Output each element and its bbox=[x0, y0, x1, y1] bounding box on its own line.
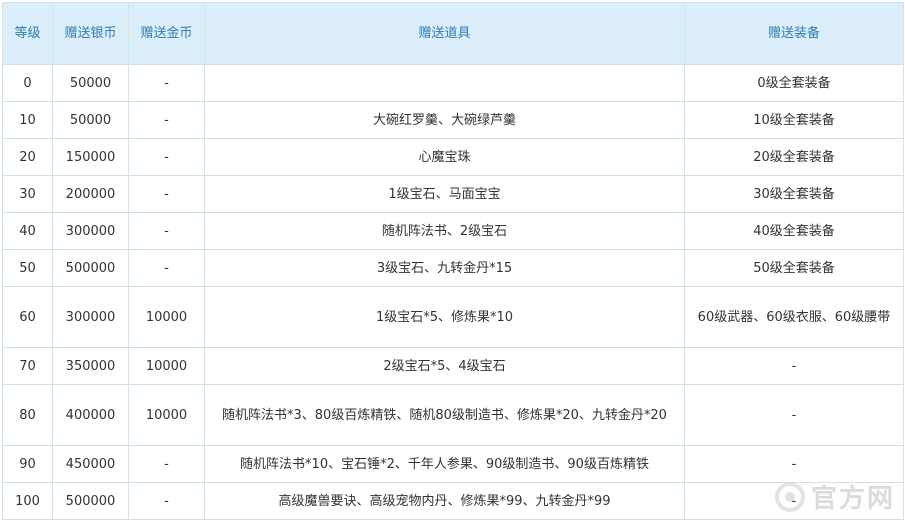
cell-silver: 200000 bbox=[52, 175, 129, 213]
cell-equipment: - bbox=[684, 445, 904, 483]
cell-items: 3级宝石、九转金丹*15 bbox=[204, 249, 685, 287]
cell-items: 随机阵法书*3、80级百炼精铁、随机80级制造书、修炼果*20、九转金丹*20 bbox=[204, 384, 685, 446]
header-items: 赠送道具 bbox=[204, 2, 685, 65]
cell-equipment: 50级全套装备 bbox=[684, 249, 904, 287]
table-row: 40 300000 - 随机阵法书、2级宝石 40级全套装备 bbox=[2, 212, 904, 250]
cell-level: 0 bbox=[2, 64, 53, 102]
cell-gold: 10000 bbox=[128, 384, 205, 446]
cell-equipment: - bbox=[684, 384, 904, 446]
cell-equipment: 30级全套装备 bbox=[684, 175, 904, 213]
cell-level: 100 bbox=[2, 482, 53, 520]
cell-silver: 150000 bbox=[52, 138, 129, 176]
cell-equipment: - bbox=[684, 347, 904, 385]
cell-silver: 300000 bbox=[52, 286, 129, 348]
cell-gold: - bbox=[128, 175, 205, 213]
cell-level: 80 bbox=[2, 384, 53, 446]
table-row: 60 300000 10000 1级宝石*5、修炼果*10 60级武器、60级衣… bbox=[2, 286, 904, 348]
site-logo-icon bbox=[774, 481, 805, 512]
cell-level: 10 bbox=[2, 101, 53, 139]
cell-level: 60 bbox=[2, 286, 53, 348]
cell-level: 70 bbox=[2, 347, 53, 385]
cell-gold: - bbox=[128, 101, 205, 139]
header-silver: 赠送银币 bbox=[52, 2, 129, 65]
cell-equipment: 20级全套装备 bbox=[684, 138, 904, 176]
cell-items: 1级宝石、马面宝宝 bbox=[204, 175, 685, 213]
cell-silver: 300000 bbox=[52, 212, 129, 250]
level-rewards-table: 等级 赠送银币 赠送金币 赠送道具 赠送装备 0 50000 - 0级全套装备 … bbox=[2, 2, 904, 520]
cell-silver: 50000 bbox=[52, 101, 129, 139]
cell-gold: - bbox=[128, 64, 205, 102]
table-row: 100 500000 - 高级魔兽要诀、高级宠物内丹、修炼果*99、九转金丹*9… bbox=[2, 482, 904, 520]
table-row: 70 350000 10000 2级宝石*5、4级宝石 - bbox=[2, 347, 904, 385]
cell-equipment: 10级全套装备 bbox=[684, 101, 904, 139]
cell-silver: 400000 bbox=[52, 384, 129, 446]
cell-silver: 350000 bbox=[52, 347, 129, 385]
cell-level: 40 bbox=[2, 212, 53, 250]
cell-items: 高级魔兽要诀、高级宠物内丹、修炼果*99、九转金丹*99 bbox=[204, 482, 685, 520]
cell-equipment: 40级全套装备 bbox=[684, 212, 904, 250]
cell-level: 30 bbox=[2, 175, 53, 213]
cell-gold: - bbox=[128, 445, 205, 483]
table-header-row: 等级 赠送银币 赠送金币 赠送道具 赠送装备 bbox=[2, 2, 904, 65]
table-row: 0 50000 - 0级全套装备 bbox=[2, 64, 904, 102]
cell-silver: 50000 bbox=[52, 64, 129, 102]
watermark-text: 官方网 bbox=[810, 484, 895, 514]
header-equipment: 赠送装备 bbox=[684, 2, 904, 65]
table-row: 10 50000 - 大碗红罗羹、大碗绿芦羹 10级全套装备 bbox=[2, 101, 904, 139]
cell-gold: - bbox=[128, 138, 205, 176]
cell-items: 随机阵法书、2级宝石 bbox=[204, 212, 685, 250]
cell-items: 2级宝石*5、4级宝石 bbox=[204, 347, 685, 385]
cell-items: 随机阵法书*10、宝石锤*2、千年人参果、90级制造书、90级百炼精铁 bbox=[204, 445, 685, 483]
table-row: 20 150000 - 心魔宝珠 20级全套装备 bbox=[2, 138, 904, 176]
cell-gold: - bbox=[128, 212, 205, 250]
cell-level: 50 bbox=[2, 249, 53, 287]
header-level: 等级 bbox=[2, 2, 53, 65]
cell-silver: 450000 bbox=[52, 445, 129, 483]
table-row: 50 500000 - 3级宝石、九转金丹*15 50级全套装备 bbox=[2, 249, 904, 287]
header-gold: 赠送金币 bbox=[128, 2, 205, 65]
rewards-table-container: 等级 赠送银币 赠送金币 赠送道具 赠送装备 0 50000 - 0级全套装备 … bbox=[2, 2, 904, 520]
cell-silver: 500000 bbox=[52, 482, 129, 520]
cell-gold: 10000 bbox=[128, 347, 205, 385]
cell-items: 心魔宝珠 bbox=[204, 138, 685, 176]
cell-level: 20 bbox=[2, 138, 53, 176]
cell-gold: - bbox=[128, 249, 205, 287]
cell-gold: 10000 bbox=[128, 286, 205, 348]
cell-items: 1级宝石*5、修炼果*10 bbox=[204, 286, 685, 348]
table-row: 90 450000 - 随机阵法书*10、宝石锤*2、千年人参果、90级制造书、… bbox=[2, 445, 904, 483]
cell-level: 90 bbox=[2, 445, 53, 483]
cell-items: 大碗红罗羹、大碗绿芦羹 bbox=[204, 101, 685, 139]
cell-items bbox=[204, 64, 685, 102]
cell-equipment: 60级武器、60级衣服、60级腰带 bbox=[684, 286, 904, 348]
cell-gold: - bbox=[128, 482, 205, 520]
site-watermark: 官方网 bbox=[774, 478, 895, 515]
cell-silver: 500000 bbox=[52, 249, 129, 287]
table-row: 80 400000 10000 随机阵法书*3、80级百炼精铁、随机80级制造书… bbox=[2, 384, 904, 446]
table-row: 30 200000 - 1级宝石、马面宝宝 30级全套装备 bbox=[2, 175, 904, 213]
cell-equipment: 0级全套装备 bbox=[684, 64, 904, 102]
